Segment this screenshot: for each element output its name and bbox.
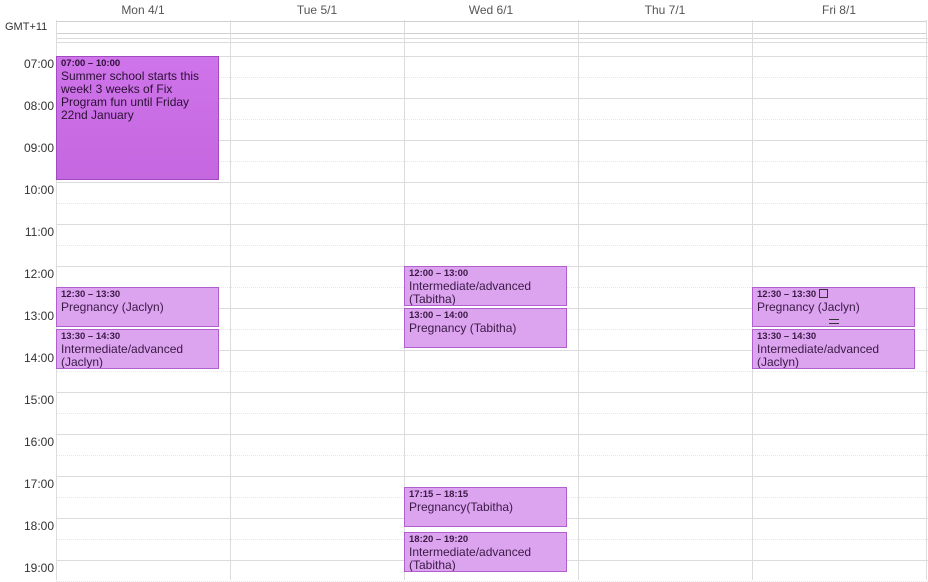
hour-line [56,182,928,183]
day-header-wed[interactable]: Wed 6/1 [404,0,578,20]
day-header-tue[interactable]: Tue 5/1 [230,0,404,20]
calendar-event[interactable]: 13:30 – 14:30 Intermediate/advanced (Jac… [752,329,915,369]
calendar-event[interactable]: 13:30 – 14:30 Intermediate/advanced (Jac… [56,329,219,369]
hour-line [56,476,928,477]
event-title: Intermediate/advanced (Jaclyn) [757,342,880,369]
event-time-text: 12:30 – 13:30 [757,289,817,300]
event-title: Summer school starts this week! 3 weeks … [61,69,200,122]
all-day-cell-mon[interactable] [56,21,231,34]
hour-label: 18:00 [23,519,54,533]
all-day-cell-thu[interactable] [578,21,753,34]
day-separator [230,20,231,580]
half-hour-line [56,203,928,204]
event-title: Pregnancy(Tabitha) [409,500,514,514]
calendar-event[interactable]: 12:30 – 13:30 Pregnancy (Jaclyn) [56,287,219,327]
all-day-cell-fri[interactable] [752,21,927,34]
half-hour-line [56,455,928,456]
grid-top-line-2 [56,42,928,43]
day-header-mon[interactable]: Mon 4/1 [56,0,230,20]
event-options-icon[interactable] [819,289,829,298]
half-hour-line [56,245,928,246]
event-title: Intermediate/advanced (Tabitha) [409,279,532,306]
hour-line [56,434,928,435]
hour-label: 14:00 [23,351,54,365]
calendar-event[interactable]: 13:00 – 14:00 Pregnancy (Tabitha) [404,308,567,348]
event-title: Pregnancy (Jaclyn) [757,300,860,314]
day-separator [926,20,927,580]
calendar-event[interactable]: 17:15 – 18:15 Pregnancy(Tabitha) [404,487,567,527]
calendar-event[interactable]: 12:30 – 13:30 Pregnancy (Jaclyn) [752,287,915,327]
event-title: Pregnancy (Tabitha) [409,321,517,335]
hour-line [56,224,928,225]
half-hour-line [56,371,928,372]
timezone-label: GMT+11 [5,21,48,33]
hour-label: 10:00 [23,183,54,197]
hour-line [56,392,928,393]
half-hour-line [56,413,928,414]
resize-handle-icon[interactable] [828,319,839,324]
day-header-fri[interactable]: Fri 8/1 [752,0,926,20]
all-day-cell-wed[interactable] [404,21,579,34]
calendar-event[interactable]: 07:00 – 10:00 Summer school starts this … [56,56,219,180]
day-header-thu[interactable]: Thu 7/1 [578,0,752,20]
calendar-event[interactable]: 18:20 – 19:20 Intermediate/advanced (Tab… [404,532,567,572]
hour-label: 15:00 [23,393,54,407]
calendar-event[interactable]: 12:00 – 13:00 Intermediate/advanced (Tab… [404,266,567,306]
event-title: Intermediate/advanced (Jaclyn) [61,342,184,369]
hour-label: 19:00 [23,561,54,575]
hour-label: 17:00 [23,477,54,491]
grid-top-line [56,38,928,39]
event-title: Pregnancy (Jaclyn) [61,300,164,314]
hour-label: 11:00 [24,225,54,239]
hour-label: 07:00 [23,57,54,71]
hour-label: 12:00 [23,267,54,281]
event-title: Intermediate/advanced (Tabitha) [409,545,532,572]
all-day-cell-tue[interactable] [230,21,405,34]
hour-label: 09:00 [23,141,54,155]
hour-label: 16:00 [23,435,54,449]
hour-label: 08:00 [23,99,54,113]
day-separator [578,20,579,580]
hour-label: 13:00 [23,309,54,323]
